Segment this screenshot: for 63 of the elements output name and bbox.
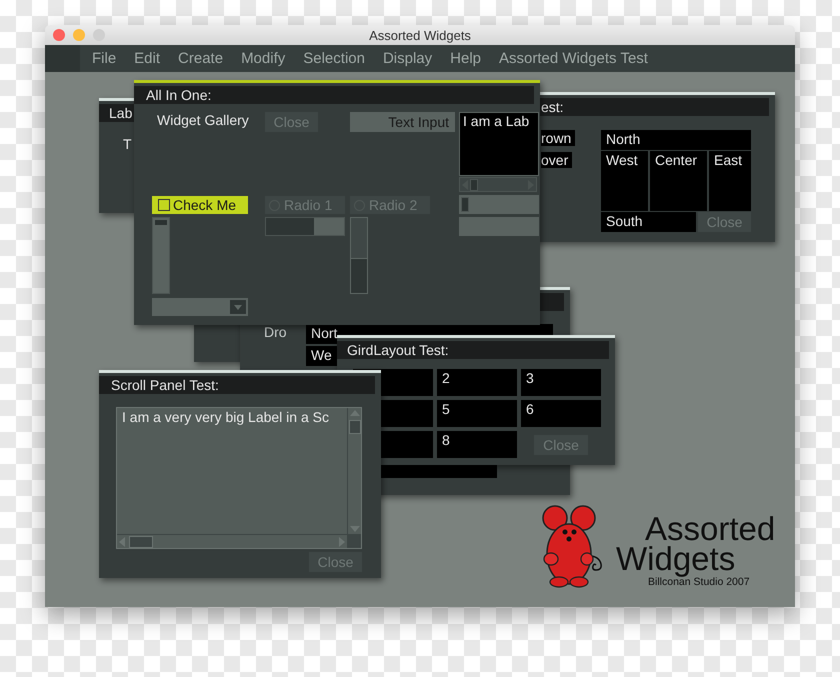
scrollbar-corner xyxy=(347,534,361,548)
logo-text: Assorted xyxy=(645,514,776,544)
close-window-button[interactable] xyxy=(53,29,65,41)
slider-track[interactable] xyxy=(459,217,539,236)
scrollbar-thumb[interactable] xyxy=(348,420,360,434)
window-title: Assorted Widgets xyxy=(369,28,471,42)
arrow-left-icon[interactable] xyxy=(117,536,127,548)
window-title: Lab xyxy=(109,105,132,121)
credit-text: Billconan Studio 2007 xyxy=(648,576,751,588)
horizontal-scrollbar[interactable] xyxy=(459,177,537,192)
scrollbar-thumb[interactable] xyxy=(129,536,153,548)
arrow-right-icon[interactable] xyxy=(526,178,536,190)
center-region: Center xyxy=(650,151,707,211)
arrow-down-icon[interactable] xyxy=(348,524,360,534)
label-text: T xyxy=(123,136,132,152)
menu-item[interactable]: Help xyxy=(450,50,482,67)
scrollbar-thumb[interactable] xyxy=(470,178,478,190)
south-region: South xyxy=(601,212,696,232)
north-region: North xyxy=(601,130,751,150)
title-bar[interactable]: Scroll Panel Test: xyxy=(99,376,375,394)
text-input-field[interactable]: Text Input xyxy=(350,112,455,132)
label-text: I am a very very big Label in a Sc xyxy=(122,409,329,425)
dropdown[interactable] xyxy=(152,298,248,316)
horizontal-scrollbar[interactable] xyxy=(117,534,347,548)
slider-thumb[interactable] xyxy=(460,197,469,212)
title-bar[interactable]: All In One: xyxy=(134,86,534,104)
scrollbar-thumb[interactable] xyxy=(155,220,167,225)
grid-cell: 2 xyxy=(437,369,517,396)
label-button[interactable]: over xyxy=(541,152,572,168)
menu-item[interactable]: Modify xyxy=(241,50,286,67)
window-title: All In One: xyxy=(146,87,212,103)
window-title: est: xyxy=(541,99,564,115)
checkbox[interactable]: Check Me xyxy=(152,196,248,214)
menu-item[interactable]: Selection xyxy=(303,50,365,67)
label-text: Dro xyxy=(264,324,288,342)
grid-cell: 5 xyxy=(437,400,517,427)
title-bar[interactable]: est: xyxy=(540,98,769,116)
menu-item[interactable]: Assorted Widgets Test xyxy=(499,50,648,67)
label-text: I am a Lab xyxy=(462,113,530,129)
window-title: Scroll Panel Test: xyxy=(111,377,219,393)
label-button[interactable]: rown xyxy=(541,130,576,146)
menu-item[interactable]: Display xyxy=(382,50,432,67)
title-bar[interactable]: GirdLayout Test: xyxy=(337,341,609,359)
label-text: Widget Gallery xyxy=(156,112,250,130)
menu-item[interactable]: Edit xyxy=(134,50,160,67)
arrow-left-icon[interactable] xyxy=(460,178,470,190)
east-region: East xyxy=(709,151,751,211)
arrow-up-icon[interactable] xyxy=(348,408,360,418)
west-region: West xyxy=(601,151,648,211)
caret-icon[interactable] xyxy=(230,300,246,314)
minimize-window-button[interactable] xyxy=(73,29,85,41)
checkbox-square[interactable] xyxy=(158,199,170,211)
slider-track[interactable] xyxy=(459,195,539,214)
title-bar[interactable]: Lab xyxy=(99,104,134,122)
menu-item[interactable]: File xyxy=(92,50,116,67)
grid-cell: 3 xyxy=(521,369,601,396)
vertical-scrollbar[interactable] xyxy=(152,217,170,294)
arrow-right-icon[interactable] xyxy=(337,536,347,548)
vertical-scrollbar[interactable] xyxy=(347,408,361,534)
grid-cell: 8 xyxy=(437,431,517,458)
grid-cell: 6 xyxy=(521,400,601,427)
zoom-window-button[interactable] xyxy=(93,29,105,41)
menu-item[interactable]: Create xyxy=(178,50,224,67)
